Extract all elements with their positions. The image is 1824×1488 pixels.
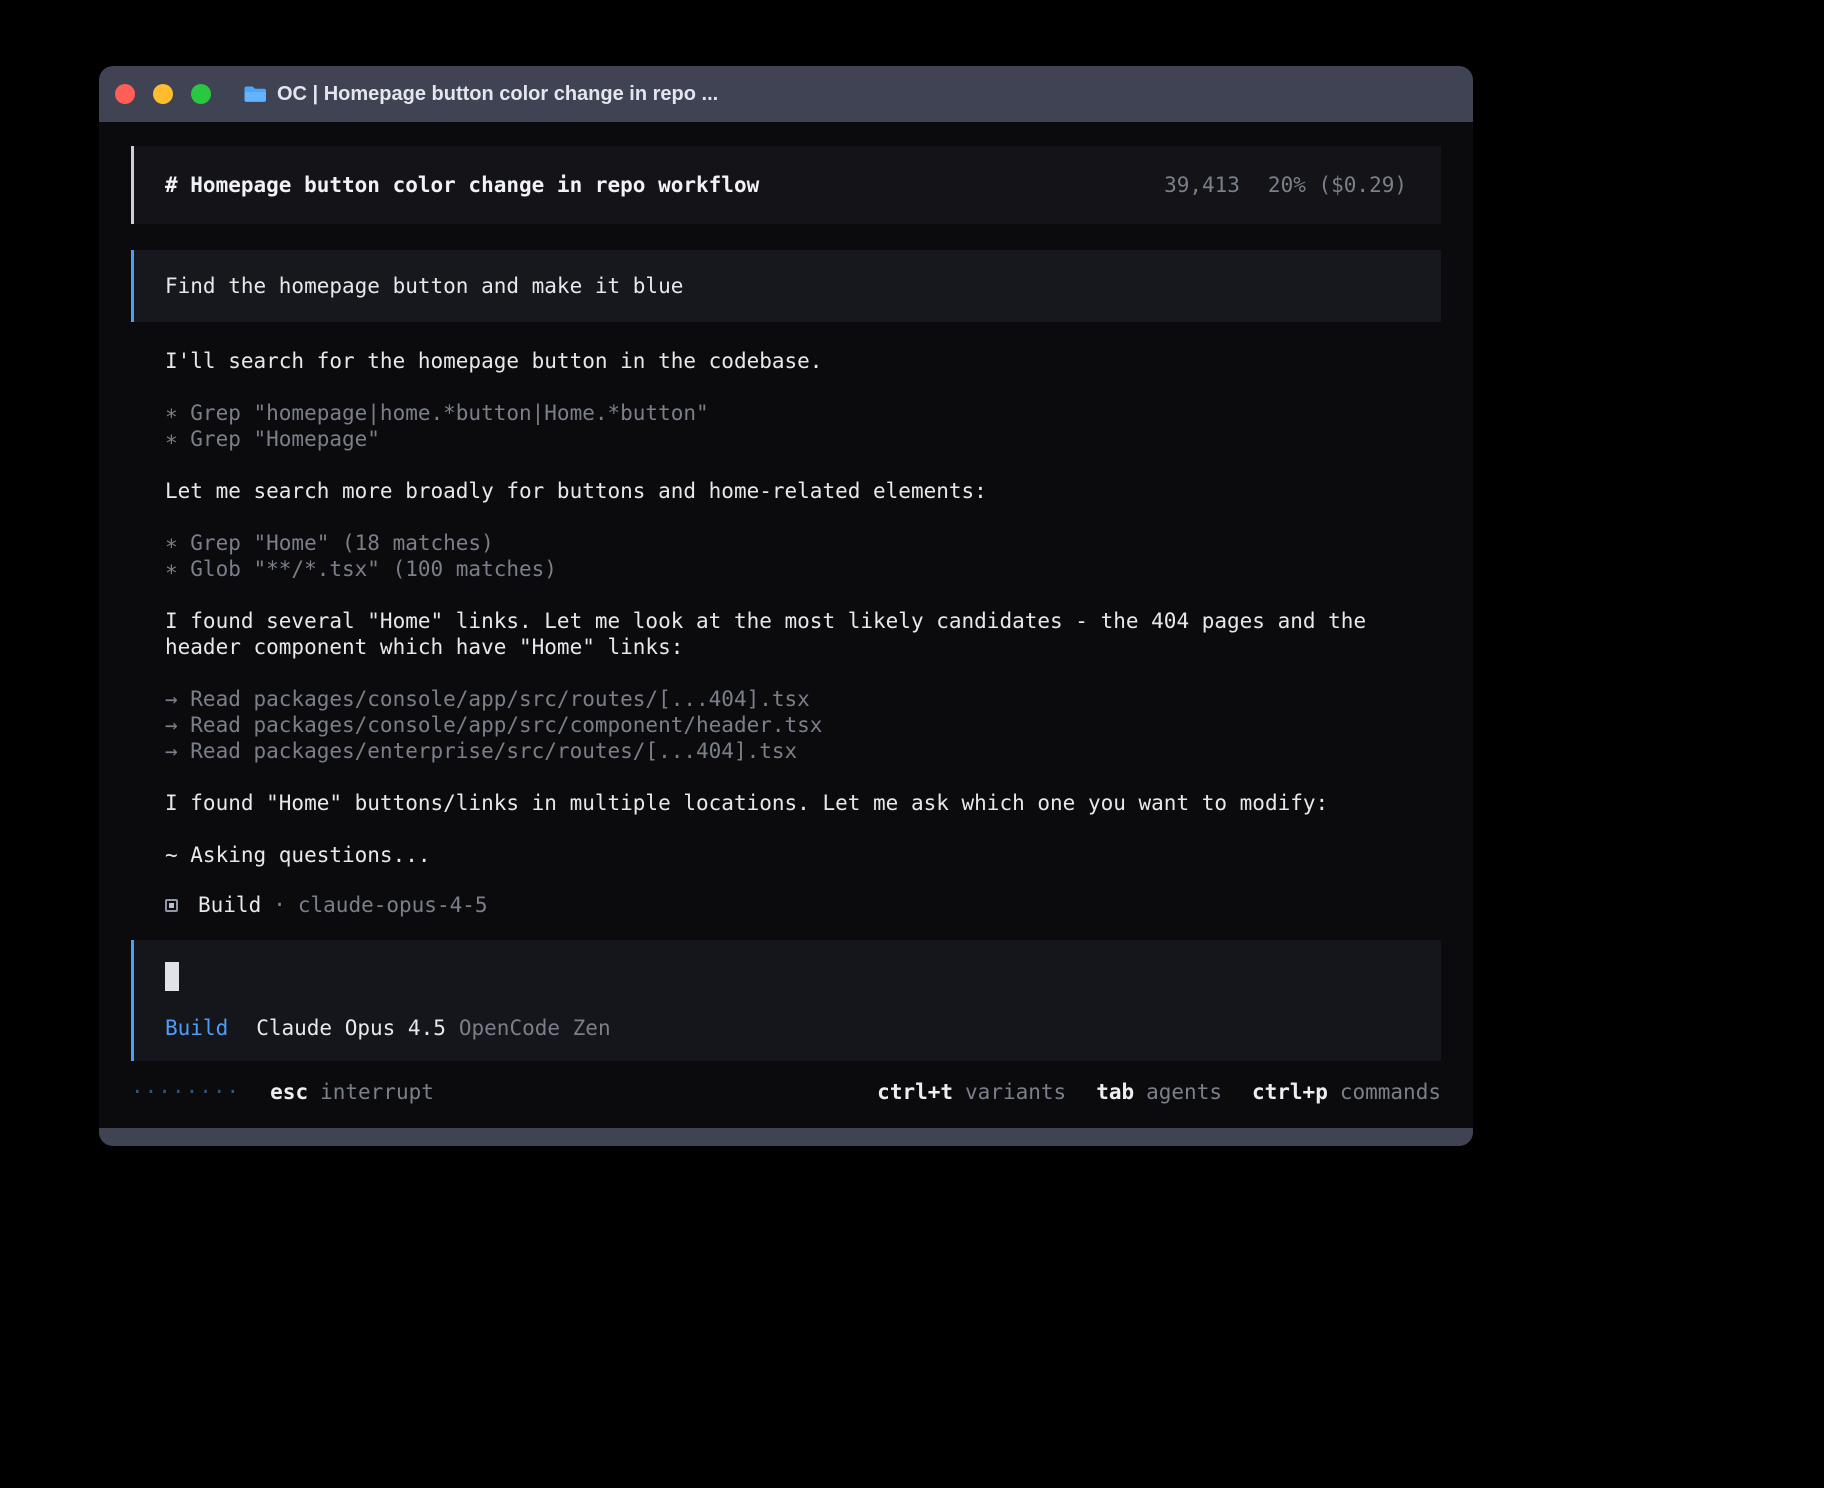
terminal-window: OC | Homepage button color change in rep… <box>99 66 1473 1146</box>
status-footer: ········ esc interrupt ctrl+t variants t… <box>131 1079 1441 1105</box>
shortcut-label-commands: commands <box>1340 1079 1441 1105</box>
minimize-window-button[interactable] <box>153 84 173 104</box>
footer-left: ········ esc interrupt <box>131 1079 434 1105</box>
text-cursor <box>165 962 179 991</box>
prompt-input[interactable]: Build Claude Opus 4.5 OpenCode Zen <box>131 940 1441 1061</box>
assistant-message: I found several "Home" links. Let me loo… <box>165 608 1427 660</box>
shortcut-variants: ctrl+t variants <box>877 1079 1066 1105</box>
blank-line <box>165 504 1427 530</box>
close-window-button[interactable] <box>115 84 135 104</box>
shortcut-label-interrupt: interrupt <box>320 1079 434 1105</box>
tool-call-grep: ∗ Grep "homepage|home.*button|Home.*butt… <box>165 400 1427 426</box>
chat-transcript: I'll search for the homepage button in t… <box>131 348 1441 868</box>
input-model-label[interactable]: Claude Opus 4.5 <box>256 1015 446 1041</box>
terminal-content[interactable]: # Homepage button color change in repo w… <box>99 122 1473 1128</box>
tool-call-read: → Read packages/console/app/src/routes/[… <box>165 686 1427 712</box>
agent-model: claude-opus-4-5 <box>298 892 488 918</box>
shortcut-key-ctrl-t: ctrl+t <box>877 1079 953 1105</box>
shortcut-key-ctrl-p: ctrl+p <box>1252 1079 1328 1105</box>
session-header: # Homepage button color change in repo w… <box>131 146 1441 224</box>
blank-line <box>165 816 1427 842</box>
input-meta: Build Claude Opus 4.5 OpenCode Zen <box>165 1015 1421 1041</box>
shortcut-label-variants: variants <box>965 1079 1066 1105</box>
assistant-message: I found "Home" buttons/links in multiple… <box>165 790 1427 816</box>
agent-mode-icon <box>165 899 178 912</box>
shortcut-interrupt: esc interrupt <box>270 1079 434 1105</box>
blank-line <box>165 582 1427 608</box>
titlebar[interactable]: OC | Homepage button color change in rep… <box>99 66 1473 122</box>
context-cost-stat: 20% ($0.29) <box>1268 172 1407 198</box>
shortcut-key-esc: esc <box>270 1079 308 1105</box>
tool-call-read: → Read packages/enterprise/src/routes/[.… <box>165 738 1427 764</box>
zoom-window-button[interactable] <box>191 84 211 104</box>
token-count: 39,413 <box>1164 172 1240 198</box>
shortcut-agents: tab agents <box>1096 1079 1222 1105</box>
window-title: OC | Homepage button color change in rep… <box>277 83 718 106</box>
input-agent-label[interactable]: Build <box>165 1015 228 1041</box>
input-provider-label: OpenCode Zen <box>459 1015 611 1041</box>
user-message: Find the homepage button and make it blu… <box>131 250 1441 322</box>
agent-name: Build <box>198 892 261 918</box>
shortcut-commands: ctrl+p commands <box>1252 1079 1441 1105</box>
blank-line <box>165 660 1427 686</box>
separator-dot: · <box>273 892 286 918</box>
shortcut-key-tab: tab <box>1096 1079 1134 1105</box>
blank-line <box>165 452 1427 478</box>
session-title: # Homepage button color change in repo w… <box>165 172 759 198</box>
assistant-message: Let me search more broadly for buttons a… <box>165 478 1427 504</box>
tool-call-read: → Read packages/console/app/src/componen… <box>165 712 1427 738</box>
session-stats: 39,413 20% ($0.29) <box>1164 172 1407 198</box>
blank-line <box>165 764 1427 790</box>
folder-icon <box>243 84 267 104</box>
blank-line <box>165 374 1427 400</box>
agent-status-line: Build · claude-opus-4-5 <box>131 892 1441 918</box>
tool-call-grep: ∗ Grep "Home" (18 matches) <box>165 530 1427 556</box>
user-message-text: Find the homepage button and make it blu… <box>165 273 683 299</box>
spinner-dots: ········ <box>131 1079 240 1105</box>
window-bottom-frame <box>99 1128 1473 1146</box>
status-asking-questions: ~ Asking questions... <box>165 842 1427 868</box>
tool-call-glob: ∗ Glob "**/*.tsx" (100 matches) <box>165 556 1427 582</box>
assistant-message: I'll search for the homepage button in t… <box>165 348 1427 374</box>
tool-call-grep: ∗ Grep "Homepage" <box>165 426 1427 452</box>
traffic-lights <box>115 84 211 104</box>
footer-right: ctrl+t variants tab agents ctrl+p comman… <box>877 1079 1441 1105</box>
shortcut-label-agents: agents <box>1146 1079 1222 1105</box>
